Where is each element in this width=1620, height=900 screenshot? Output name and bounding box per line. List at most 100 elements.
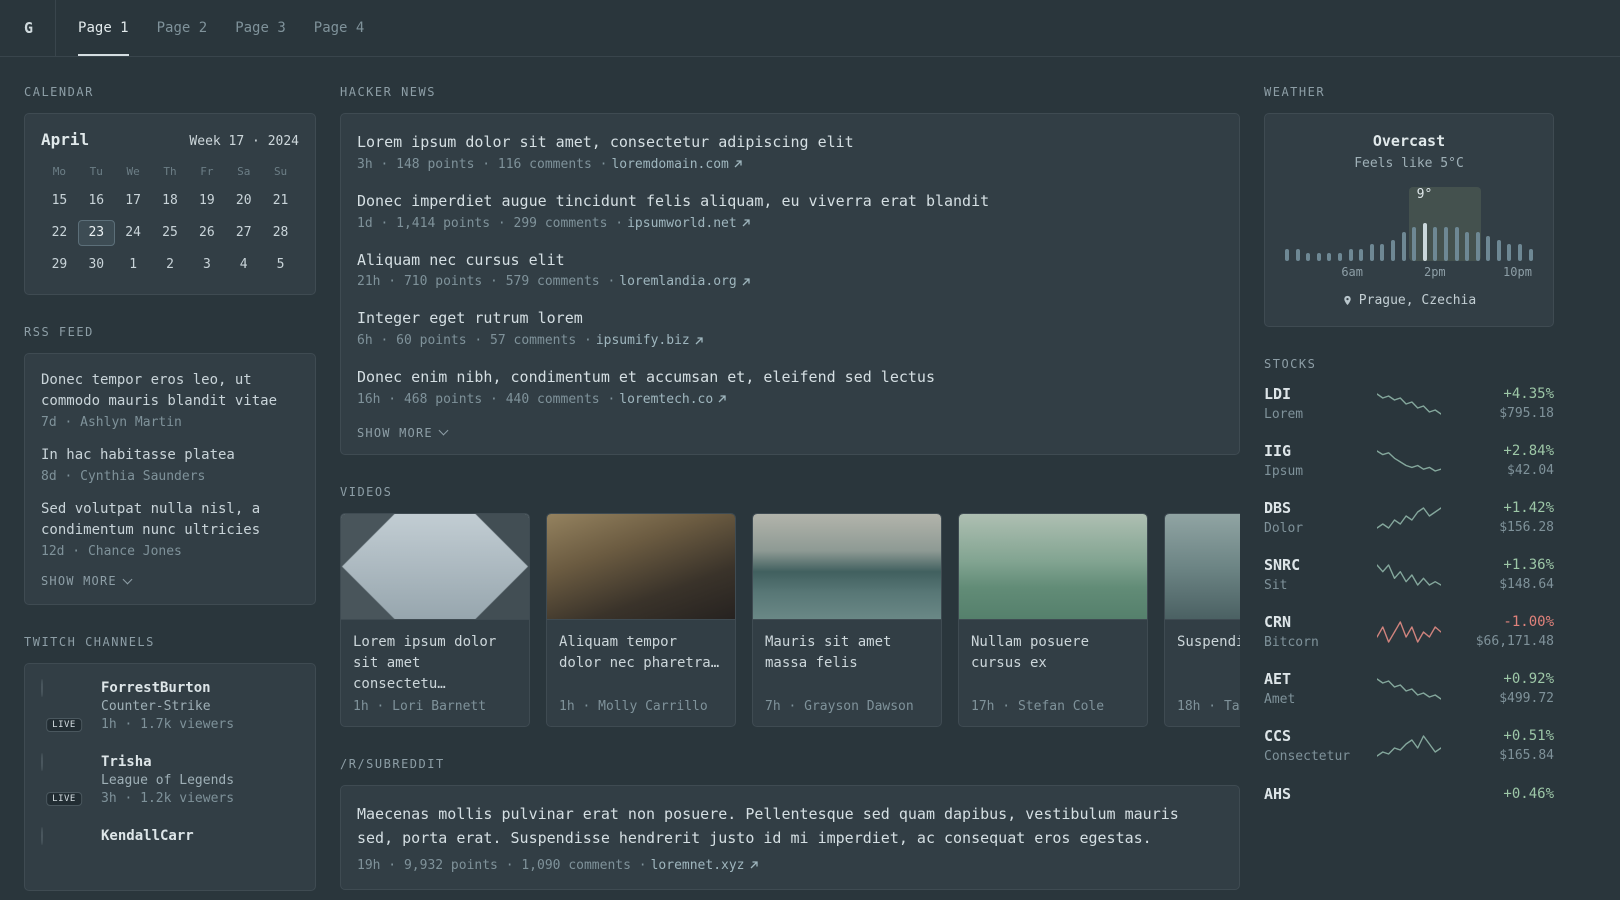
weather-hour-bar (1475, 232, 1480, 261)
weather-location-row: Prague, Czechia (1281, 293, 1537, 308)
video-title: Nullam posuere cursus ex (971, 633, 1090, 671)
hn-item-domain[interactable]: loremdomain.com (611, 157, 728, 172)
stock-row[interactable]: SNRC Sit +1.36% $148.64 (1264, 556, 1554, 593)
weather-time-label: 2pm (1423, 265, 1446, 279)
hn-item-domain[interactable]: ipsumify.biz (596, 333, 690, 348)
video-card[interactable]: Aliquam tempor dolor nec pharetra… 1h · … (546, 512, 736, 727)
video-thumbnail (1165, 513, 1240, 620)
stock-row[interactable]: CCS Consectetur +0.51% $165.84 (1264, 727, 1554, 764)
stock-row[interactable]: CRN Bitcorn -1.00% $66,171.48 (1264, 613, 1554, 650)
video-meta: 17h · Stefan Cole (971, 698, 1105, 714)
rss-show-more-button[interactable]: SHOW MORE (41, 574, 133, 588)
subreddit-post-domain[interactable]: loremnet.xyz (651, 858, 745, 873)
subreddit-post-text[interactable]: Maecenas mollis pulvinar erat non posuer… (357, 805, 1179, 847)
live-badge: LIVE (46, 718, 82, 732)
hn-item-title[interactable]: Lorem ipsum dolor sit amet, consectetur … (357, 133, 854, 151)
tab-page-2[interactable]: Page 2 (157, 0, 208, 56)
video-card[interactable]: Lorem ipsum dolor sit amet consectetu… 1… (340, 512, 530, 727)
video-card[interactable]: Nullam posuere cursus ex 17h · Stefan Co… (958, 512, 1148, 727)
weather-location: Prague, Czechia (1358, 293, 1477, 308)
rss-item-title: In hac habitasse platea (41, 447, 235, 463)
stock-symbol: SNRC (1264, 556, 1301, 574)
calendar-day-selected: 23 (77, 220, 115, 246)
external-link-icon (718, 395, 726, 403)
stock-sparkline (1376, 506, 1442, 530)
twitch-channel-name: KendallCarr (101, 828, 194, 844)
tab-page-3[interactable]: Page 3 (235, 0, 286, 56)
twitch-channel-game: League of Legends (101, 773, 235, 788)
calendar-day: 25 (162, 225, 178, 240)
weather-hour-bar (1369, 244, 1374, 261)
hn-item-domain[interactable]: loremlandia.org (619, 274, 736, 289)
rss-item-meta: 7d · Ashlyn Martin (41, 415, 182, 430)
calendar-weekday: Tu (89, 165, 103, 178)
rss-item-meta: 8d · Cynthia Saunders (41, 469, 206, 484)
rss-item-title: Sed volutpat nulla nisl, a condimentum n… (41, 501, 261, 538)
hn-item-title[interactable]: Integer eget rutrum lorem (357, 309, 583, 327)
chevron-down-icon (122, 574, 133, 584)
stock-name: Sit (1264, 578, 1288, 593)
hn-show-more-button[interactable]: SHOW MORE (357, 425, 449, 440)
weather-hour-bar (1518, 244, 1523, 261)
stock-row[interactable]: LDI Lorem +4.35% $795.18 (1264, 385, 1554, 422)
hn-item-meta: 3h · 148 points · 116 comments · loremdo… (357, 157, 1223, 172)
hn-item: Donec imperdiet augue tincidunt felis al… (357, 191, 1223, 231)
calendar-day: 2 (166, 257, 174, 272)
stocks-widget: STOCKS LDI Lorem +4.35% $795.18 IIG Ipsu… (1264, 357, 1554, 808)
twitch-avatar-wrap: LIVE (41, 753, 87, 806)
stock-row[interactable]: AET Amet +0.92% $499.72 (1264, 670, 1554, 707)
twitch-channel-row[interactable]: LIVE ForrestBurton Counter-Strike 1h · 1… (41, 679, 299, 732)
hn-item-title[interactable]: Donec enim nibh, condimentum et accumsan… (357, 368, 935, 386)
stock-sparkline (1376, 449, 1442, 473)
rss-item[interactable]: Donec tempor eros leo, ut commodo mauris… (41, 370, 299, 430)
stock-row[interactable]: IIG Ipsum +2.84% $42.04 (1264, 442, 1554, 479)
calendar-day: 4 (239, 257, 248, 272)
calendar-day: 19 (199, 193, 215, 208)
rss-item[interactable]: In hac habitasse platea 8d · Cynthia Sau… (41, 445, 299, 484)
hn-item-meta: 21h · 710 points · 579 comments · loreml… (357, 274, 1223, 289)
hn-item-domain[interactable]: loremtech.co (619, 392, 713, 407)
rss-item[interactable]: Sed volutpat nulla nisl, a condimentum n… (41, 499, 299, 559)
weather-hour-bar (1380, 244, 1385, 261)
stock-sparkline (1376, 734, 1442, 758)
video-thumbnail (959, 513, 1147, 620)
weather-hour-bar (1390, 240, 1395, 261)
left-column: CALENDAR April Week 17 · 2024 Mo Tu We T… (24, 85, 316, 891)
hn-show-more-label: SHOW MORE (357, 425, 433, 440)
hn-item-stats: 6h · 60 points · 57 comments · (357, 333, 592, 348)
stock-price: $66,171.48 (1475, 634, 1554, 649)
calendar-weekday: Fr (200, 165, 214, 178)
hn-item-domain[interactable]: ipsumworld.net (627, 216, 737, 231)
weather-hour-bar (1348, 249, 1353, 261)
calendar-day: 30 (88, 257, 105, 272)
stock-row[interactable]: AHS +0.46% (1264, 784, 1554, 808)
stock-row[interactable]: DBS Dolor +1.42% $156.28 (1264, 499, 1554, 536)
video-card[interactable]: Mauris sit amet massa felis 7h · Grayson… (752, 512, 942, 727)
hn-item-title[interactable]: Donec imperdiet augue tincidunt felis al… (357, 192, 989, 210)
calendar-weekday: Mo (52, 165, 67, 178)
twitch-channel-row[interactable]: KendallCarr (41, 827, 299, 874)
hn-item-meta: 1d · 1,414 points · 299 comments · ipsum… (357, 216, 1223, 231)
video-title: Mauris sit amet massa felis (765, 633, 892, 671)
video-card[interactable]: Suspendisse diam 18h · Tara (1164, 512, 1240, 727)
calendar-day: 3 (202, 257, 211, 272)
stock-price: $148.64 (1499, 577, 1554, 592)
calendar-day: 1 (129, 257, 138, 272)
hn-item-title[interactable]: Aliquam nec cursus elit (357, 251, 565, 269)
stock-sparkline (1376, 563, 1442, 587)
hn-item-stats: 1d · 1,414 points · 299 comments · (357, 215, 624, 231)
right-column: WEATHER Overcast Feels like 5°C 9° 6am 2p… (1264, 85, 1554, 891)
calendar-day: 18 (162, 193, 178, 208)
section-title-calendar: CALENDAR (24, 85, 94, 99)
weather-hour-bar (1528, 249, 1533, 261)
tab-page-4[interactable]: Page 4 (314, 0, 365, 56)
stock-symbol: LDI (1264, 385, 1292, 403)
hn-item-stats: 16h · 468 points · 440 comments · (357, 391, 616, 407)
avatar (41, 827, 43, 845)
weather-hour-bar (1316, 253, 1321, 261)
twitch-channel-name: ForrestBurton (101, 680, 211, 696)
app-logo[interactable]: G (24, 0, 57, 56)
tab-page-1[interactable]: Page 1 (78, 0, 129, 56)
section-title-stocks: STOCKS (1264, 357, 1317, 371)
twitch-channel-row[interactable]: LIVE Trisha League of Legends 3h · 1.2k … (41, 753, 299, 806)
